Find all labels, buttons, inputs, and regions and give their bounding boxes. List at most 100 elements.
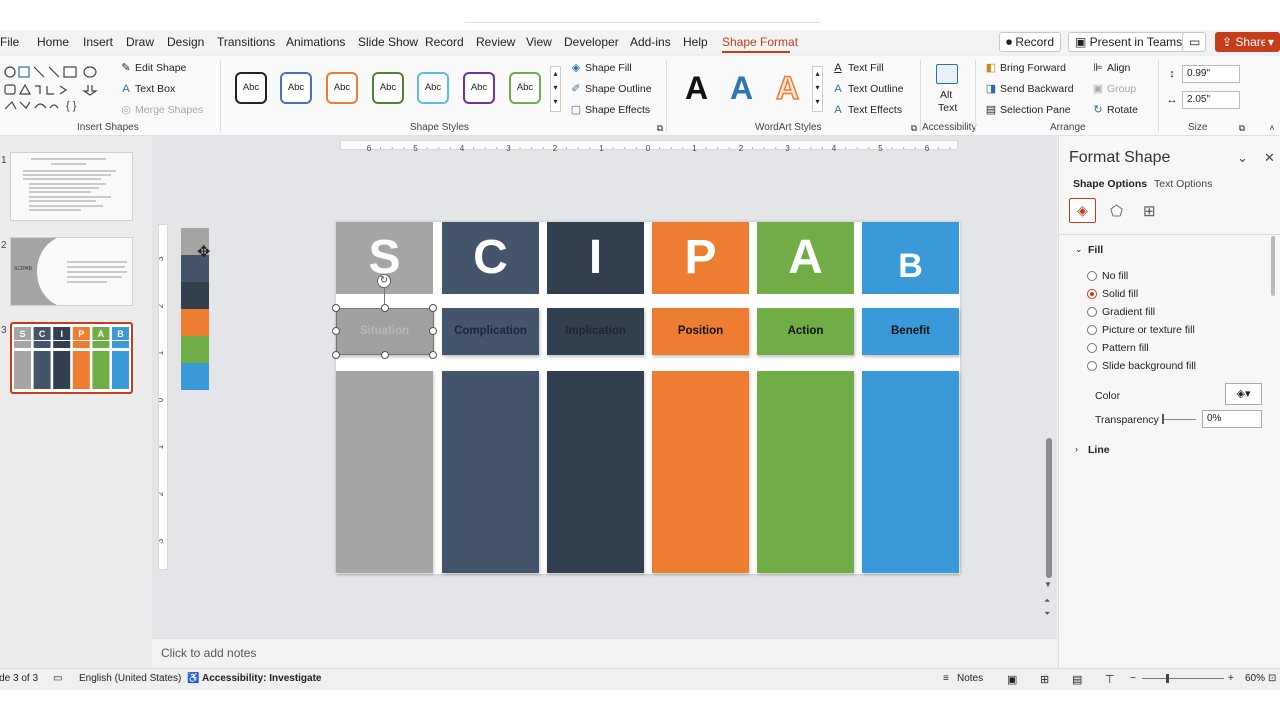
wordart-style-2[interactable]: A <box>730 70 753 106</box>
shape-styles-scroll[interactable]: ▴ ▾ ▾ <box>550 66 561 112</box>
color-picker-button[interactable]: ◈▾ <box>1225 383 1262 405</box>
tab-animations[interactable]: Animations <box>286 35 345 49</box>
resize-handle[interactable] <box>381 351 389 359</box>
notes-pane[interactable]: Click to add notes <box>152 638 1057 668</box>
column-label-implication[interactable]: Implication <box>547 308 644 355</box>
tab-record[interactable]: Record <box>425 35 464 49</box>
shape-width-input[interactable]: 2.05" <box>1182 91 1240 109</box>
notes-placeholder[interactable]: Click to add notes <box>161 646 256 660</box>
shape-outline-button[interactable]: Shape Outline <box>585 83 652 95</box>
fill-option-radio[interactable] <box>1087 271 1097 281</box>
tab-shape-format[interactable]: Shape Format <box>722 35 798 49</box>
tab-home[interactable]: Home <box>37 35 69 49</box>
column-header-implication[interactable]: I <box>547 222 644 294</box>
fill-option-no-fill[interactable]: No fill <box>1102 270 1128 282</box>
transparency-input[interactable]: 0% <box>1202 410 1262 428</box>
slide-sorter-icon[interactable]: ⊞ <box>1040 673 1049 686</box>
text-outline-button[interactable]: Text Outline <box>848 83 903 95</box>
resize-handle[interactable] <box>429 304 437 312</box>
collapse-ribbon-icon[interactable]: ˄ <box>1266 122 1278 134</box>
align-button[interactable]: Align <box>1107 62 1130 74</box>
shape-effects-button[interactable]: Shape Effects <box>585 104 650 116</box>
shape-style-7[interactable]: Abc <box>509 72 541 104</box>
text-box-button[interactable]: Text Box <box>135 83 175 95</box>
tab-add-ins[interactable]: Add-ins <box>630 35 671 49</box>
shape-style-3[interactable]: Abc <box>326 72 358 104</box>
zoom-in-icon[interactable]: + <box>1228 673 1234 684</box>
line-section-header[interactable]: Line <box>1088 444 1110 456</box>
chevron-right-icon[interactable]: › <box>1075 444 1078 454</box>
shape-style-6[interactable]: Abc <box>463 72 495 104</box>
wordart-style-1[interactable]: A <box>685 70 708 106</box>
merge-shapes-button[interactable]: Merge Shapes <box>135 104 203 116</box>
tab-slide-show[interactable]: Slide Show <box>358 35 418 49</box>
dialog-launcher-icon[interactable]: ⧉ <box>908 122 920 134</box>
fill-option-picture-or-texture-fill[interactable]: Picture or texture fill <box>1102 324 1195 336</box>
next-slide-icon[interactable]: ⏷ <box>1044 609 1050 619</box>
fill-option-radio[interactable] <box>1087 343 1097 353</box>
share-dropdown[interactable]: ▾ <box>1265 32 1280 52</box>
column-label-complication[interactable]: Complication <box>442 308 539 355</box>
tab-text-options[interactable]: Text Options <box>1154 178 1212 190</box>
zoom-level[interactable]: 60% <box>1245 673 1265 684</box>
dialog-launcher-icon[interactable]: ⧉ <box>1236 122 1248 134</box>
resize-handle[interactable] <box>429 327 437 335</box>
column-body-action[interactable] <box>757 371 854 573</box>
pentagon-icon[interactable]: ⬠ <box>1110 202 1123 220</box>
tab-transitions[interactable]: Transitions <box>217 35 275 49</box>
comments-button[interactable]: ▭ <box>1182 32 1206 52</box>
send-backward-button[interactable]: Send Backward <box>1000 83 1074 95</box>
fill-option-radio[interactable] <box>1087 361 1097 371</box>
alt-text-label-1[interactable]: Alt <box>940 89 952 101</box>
rotate-button[interactable]: Rotate <box>1107 104 1138 116</box>
column-header-position[interactable]: P <box>652 222 749 294</box>
vertical-scrollbar-thumb[interactable] <box>1046 438 1052 578</box>
tab-shape-options[interactable]: Shape Options <box>1073 178 1147 190</box>
shape-style-4[interactable]: Abc <box>372 72 404 104</box>
resize-handle[interactable] <box>332 304 340 312</box>
edit-shape-button[interactable]: Edit Shape <box>135 62 186 74</box>
previous-slide-icon[interactable]: ⏶ <box>1044 596 1050 606</box>
tab-draw[interactable]: Draw <box>126 35 154 49</box>
shape-style-5[interactable]: Abc <box>417 72 449 104</box>
tab-developer[interactable]: Developer <box>564 35 619 49</box>
tab-help[interactable]: Help <box>683 35 708 49</box>
column-body-situation[interactable] <box>336 371 433 573</box>
column-body-benefit[interactable] <box>862 371 959 573</box>
tab-file[interactable]: File <box>0 35 19 49</box>
resize-handle[interactable] <box>332 351 340 359</box>
column-body-implication[interactable] <box>547 371 644 573</box>
column-body-complication[interactable] <box>442 371 539 573</box>
fill-line-icon[interactable]: ◈ <box>1069 198 1096 223</box>
present-in-teams-button[interactable]: ▣ Present in Teams <box>1068 32 1190 52</box>
fill-option-radio[interactable] <box>1087 307 1097 317</box>
shape-style-2[interactable]: Abc <box>280 72 312 104</box>
pane-scrollbar[interactable] <box>1271 236 1275 296</box>
chevron-down-icon[interactable]: ⌄ <box>1237 150 1248 166</box>
normal-view-icon[interactable]: ▣ <box>1007 673 1017 686</box>
zoom-slider-thumb[interactable] <box>1166 674 1169 683</box>
column-label-benefit[interactable]: Benefit <box>862 308 959 355</box>
column-label-action[interactable]: Action <box>757 308 854 355</box>
close-icon[interactable]: ✕ <box>1264 150 1275 166</box>
fill-option-slide-background-fill[interactable]: Slide background fill <box>1102 360 1196 372</box>
tab-insert[interactable]: Insert <box>83 35 113 49</box>
fill-option-radio[interactable] <box>1087 325 1097 335</box>
bring-forward-button[interactable]: Bring Forward <box>1000 62 1066 74</box>
resize-handle[interactable] <box>429 351 437 359</box>
notes-toggle[interactable]: Notes <box>957 673 983 684</box>
column-label-position[interactable]: Position <box>652 308 749 355</box>
fill-option-solid-fill[interactable]: Solid fill <box>1102 288 1138 300</box>
group-button[interactable]: Group <box>1107 83 1136 95</box>
tab-design[interactable]: Design <box>167 35 204 49</box>
column-body-position[interactable] <box>652 371 749 573</box>
zoom-out-icon[interactable]: − <box>1130 673 1136 684</box>
transparency-slider[interactable] <box>1162 419 1196 420</box>
alt-text-label-2[interactable]: Text <box>938 102 957 114</box>
tab-view[interactable]: View <box>526 35 552 49</box>
wordart-scroll[interactable]: ▴ ▾ ▾ <box>812 66 823 112</box>
slide-thumbnail-1[interactable] <box>10 152 133 221</box>
shape-height-input[interactable]: 0.99" <box>1182 65 1240 83</box>
accessibility-status[interactable]: Accessibility: Investigate <box>202 673 322 684</box>
slide-thumbnail-3-selected[interactable]: SCIPAB <box>10 322 133 394</box>
